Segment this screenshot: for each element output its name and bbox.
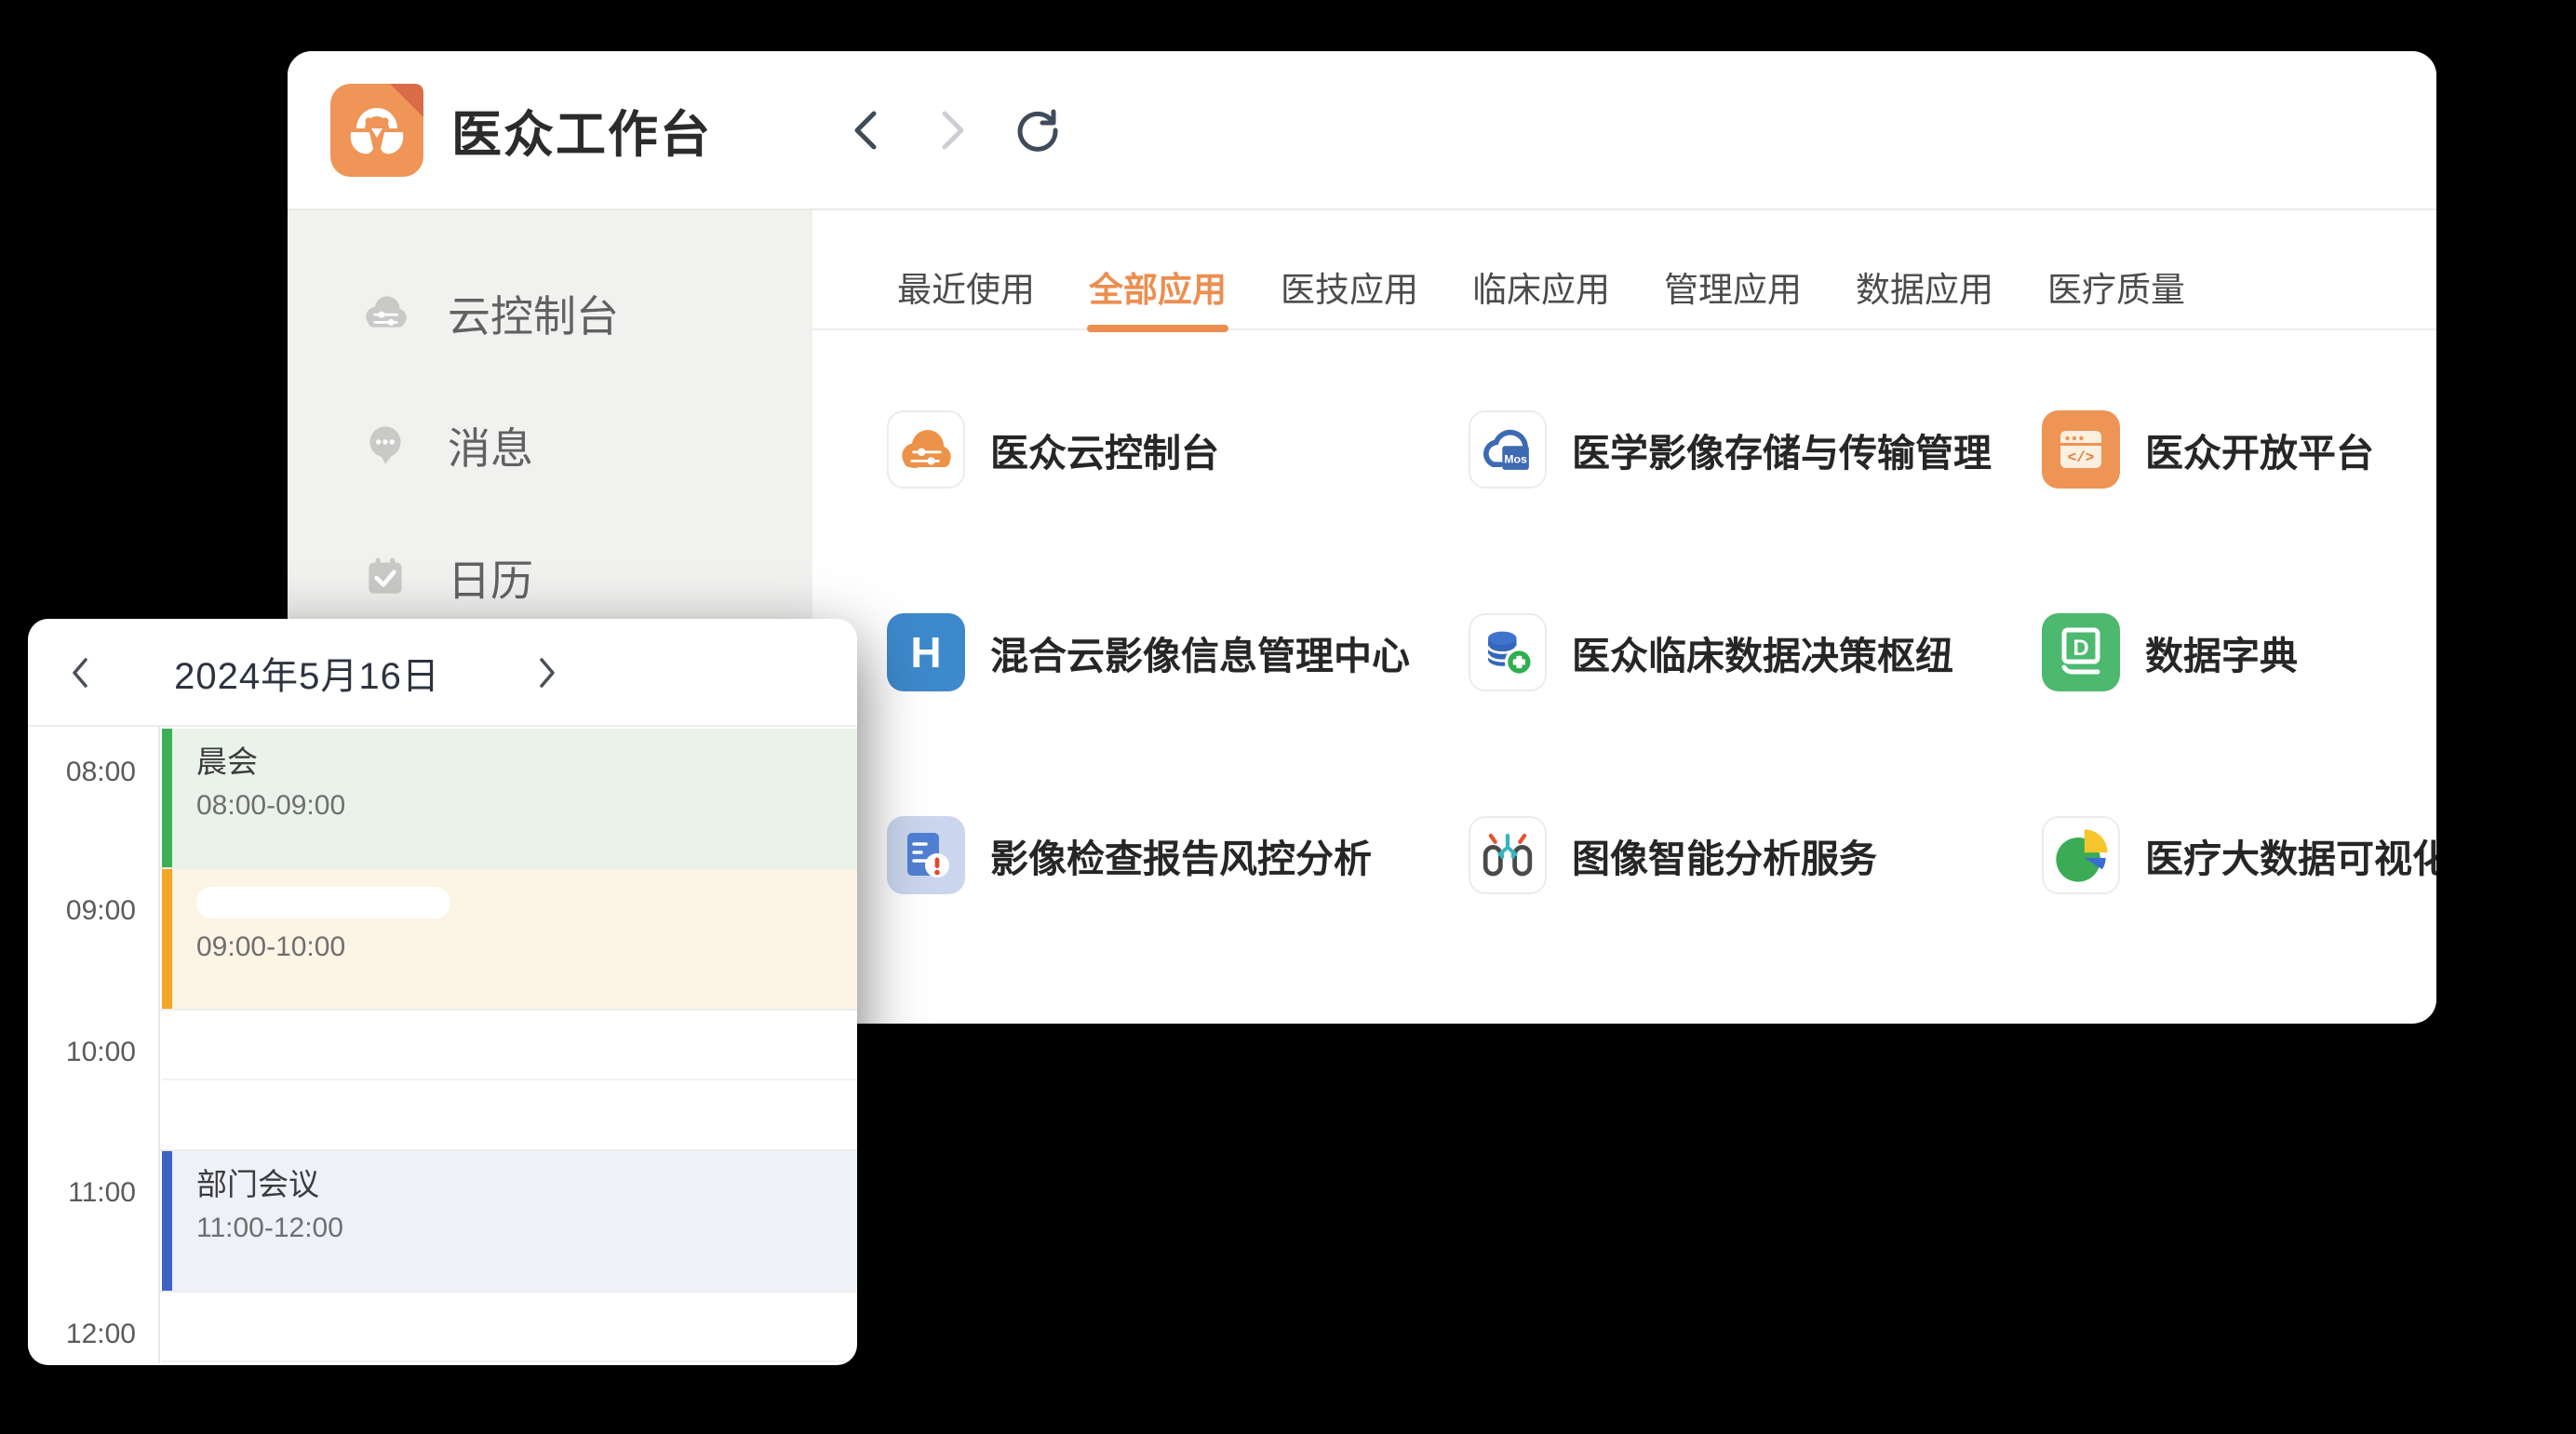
hour-label: 09:00 <box>66 895 136 927</box>
app-hybrid-cloud-center[interactable]: H 混合云影像信息管理中心 <box>887 613 1469 691</box>
hour-label: 11:00 <box>68 1177 136 1209</box>
sidebar-item-label: 消息 <box>448 415 533 476</box>
events-layer: 晨会 08:00-09:00 09:00-10:00 部门会议 11:00-12… <box>162 727 857 1363</box>
calendar-next-button[interactable] <box>519 619 575 727</box>
sidebar-item-label: 日历 <box>448 547 533 609</box>
mos-cloud-icon: Mos <box>1469 410 1547 489</box>
app-label: 医众临床数据决策枢纽 <box>1572 624 1953 680</box>
cloud-console-icon <box>887 410 965 489</box>
app-open-platform[interactable]: </> 医众开放平台 <box>2042 410 2436 489</box>
event-time: 08:00-09:00 <box>196 790 857 822</box>
tab-data-apps[interactable]: 数据应用 <box>1854 261 1995 312</box>
event-title: 部门会议 <box>196 1164 857 1205</box>
pie-chart-icon <box>2042 816 2120 894</box>
browser-nav <box>842 106 1062 154</box>
forward-button[interactable] <box>928 106 976 154</box>
tab-quality[interactable]: 医疗质量 <box>2046 261 2187 312</box>
content-area: 最近使用 全部应用 医技应用 临床应用 管理应用 数据应用 医疗质量 <box>812 210 2436 1022</box>
tab-admin-apps[interactable]: 管理应用 <box>1662 261 1804 312</box>
open-platform-code-icon: </> <box>2042 410 2120 489</box>
screen: 医众工作台 <box>0 0 2576 1434</box>
calendar-panel: 2024年5月16日 08:00 09:00 10:00 11:00 12:00 <box>28 619 857 1365</box>
calendar-day-view: 08:00 09:00 10:00 11:00 12:00 晨会 08:00-0… <box>28 727 857 1363</box>
clinical-database-icon <box>1469 613 1547 691</box>
app-bigdata-visualization[interactable]: 医疗大数据可视化 <box>2042 816 2436 894</box>
app-label: 医疗大数据可视化 <box>2145 827 2436 883</box>
event-department-meeting[interactable]: 部门会议 11:00-12:00 <box>162 1151 857 1291</box>
calendar-prev-button[interactable] <box>52 619 108 727</box>
app-label: 混合云影像信息管理中心 <box>990 624 1410 680</box>
refresh-button[interactable] <box>1013 106 1062 154</box>
hour-label: 10:00 <box>66 1037 136 1068</box>
sidebar-item-messages[interactable]: 消息 <box>358 380 812 512</box>
tab-bar: 最近使用 全部应用 医技应用 临床应用 管理应用 数据应用 医疗质量 <box>812 210 2436 330</box>
data-dictionary-book-icon: D <box>2042 613 2120 691</box>
event-morning-meeting[interactable]: 晨会 08:00-09:00 <box>162 729 857 867</box>
tab-medtech-apps[interactable]: 医技应用 <box>1279 261 1420 312</box>
tab-recent[interactable]: 最近使用 <box>895 261 1037 312</box>
hybrid-cloud-h-icon: H <box>887 613 965 691</box>
app-label: 医众云控制台 <box>990 422 1219 477</box>
event-redacted[interactable]: 09:00-10:00 <box>162 869 857 1009</box>
app-label: 医学影像存储与传输管理 <box>1572 422 1992 477</box>
app-title: 医众工作台 <box>451 93 712 167</box>
window-header: 医众工作台 <box>288 51 2436 210</box>
event-time: 09:00-10:00 <box>196 931 857 963</box>
back-button[interactable] <box>842 106 891 154</box>
calendar-date: 2024年5月16日 <box>112 619 503 727</box>
svg-text:</>: </> <box>2068 449 2095 466</box>
app-grid: 医众云控制台 Mos 医学影像存储与传输管理 <box>887 410 2436 1019</box>
sidebar-item-label: 云控制台 <box>448 283 619 344</box>
app-label: 数据字典 <box>2145 624 2298 680</box>
app-label: 影像检查报告风控分析 <box>990 827 1372 883</box>
tab-all-apps[interactable]: 全部应用 <box>1087 261 1228 312</box>
svg-text:H: H <box>910 628 941 677</box>
message-bubble-icon <box>358 417 412 476</box>
event-time: 11:00-12:00 <box>196 1213 857 1244</box>
lungs-ai-icon <box>1469 816 1547 894</box>
tab-clinical-apps[interactable]: 临床应用 <box>1470 261 1612 312</box>
app-data-dictionary[interactable]: D 数据字典 <box>2042 613 2436 691</box>
app-image-ai-service[interactable]: 图像智能分析服务 <box>1469 816 2042 894</box>
event-title: 晨会 <box>196 742 857 783</box>
hour-label: 08:00 <box>66 757 136 788</box>
app-label: 医众开放平台 <box>2145 422 2374 477</box>
svg-text:Mos: Mos <box>1504 452 1527 465</box>
calendar-header: 2024年5月16日 <box>28 619 857 727</box>
calendar-check-icon <box>358 549 412 608</box>
cloud-settings-icon <box>358 285 412 343</box>
app-label: 图像智能分析服务 <box>1572 827 1877 883</box>
event-title-redacted-pill <box>196 887 450 918</box>
report-risk-alert-icon <box>887 816 965 894</box>
time-column: 08:00 09:00 10:00 11:00 12:00 <box>28 727 160 1363</box>
app-cloud-console[interactable]: 医众云控制台 <box>887 410 1469 489</box>
app-logo-icon <box>330 84 423 177</box>
sidebar-item-cloud-console[interactable]: 云控制台 <box>358 248 812 380</box>
app-report-risk-analysis[interactable]: 影像检查报告风控分析 <box>887 816 1469 894</box>
app-clinical-data-hub[interactable]: 医众临床数据决策枢纽 <box>1469 613 2042 691</box>
svg-text:D: D <box>2073 636 2088 661</box>
app-imaging-pacs[interactable]: Mos 医学影像存储与传输管理 <box>1469 410 2042 489</box>
hour-label: 12:00 <box>66 1319 136 1350</box>
